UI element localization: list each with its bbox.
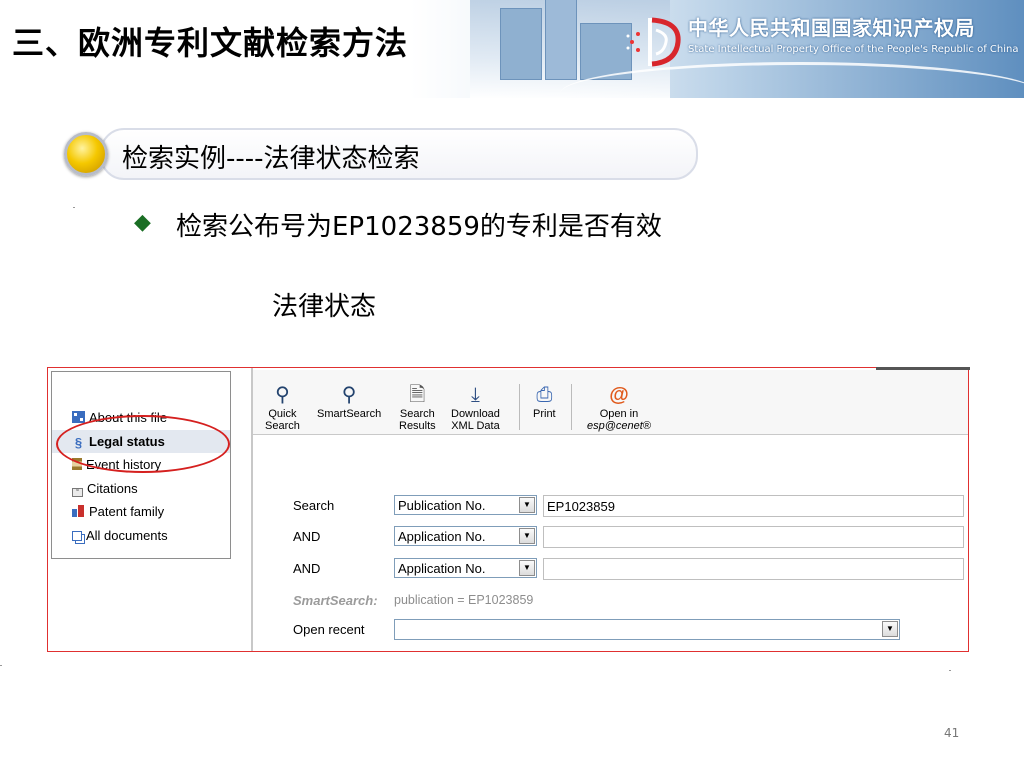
gold-bullet-icon xyxy=(64,132,108,176)
nav-item-label: Patent family xyxy=(89,504,165,519)
quote-icon: “ xyxy=(72,487,83,497)
open-in-label-2: esp@cenet® xyxy=(587,420,651,432)
smartsearch-label: SmartSearch: xyxy=(293,593,378,608)
sipo-logo-icon xyxy=(626,17,681,67)
magnifier-icon: ⚲ xyxy=(341,384,357,406)
legal-status-caption: 法律状态 xyxy=(272,292,377,322)
search-row-1: Search Publication No. ▼ xyxy=(293,495,964,517)
open-recent-select[interactable]: ▼ xyxy=(394,619,900,640)
field-select-1[interactable]: Publication No. ▼ xyxy=(394,495,537,515)
operator-label: AND xyxy=(293,561,321,576)
search-term-input-3[interactable] xyxy=(543,558,964,580)
open-recent-label: Open recent xyxy=(293,622,365,637)
section-symbol-icon: § xyxy=(74,434,83,450)
nav-item-event-history[interactable]: Event history xyxy=(52,453,230,477)
task-description: 检索公布号为EP1023859的专利是否有效 xyxy=(176,212,662,242)
org-name-english: State Intellectual Property Office of th… xyxy=(688,44,1019,55)
quick-search-button[interactable]: ⚲ Quick Search xyxy=(265,382,300,432)
nav-item-label: About this file xyxy=(89,410,168,425)
slide-page-number: 41 xyxy=(944,726,960,740)
field-select-value: Application No. xyxy=(398,529,486,544)
toolbar-separator xyxy=(571,384,572,430)
magnifier-icon: ⚲ xyxy=(275,384,290,406)
search-results-button[interactable]: 🗎 Search Results xyxy=(399,382,436,432)
smartsearch-label: SmartSearch xyxy=(317,408,382,420)
quick-search-label-2: Search xyxy=(265,420,300,432)
nav-item-all-documents[interactable]: All documents xyxy=(52,524,230,548)
dropdown-arrow-icon[interactable]: ▼ xyxy=(519,528,535,544)
slide-header: 三、欧洲专利文献检索方法 中华人民共和国国家知识产权局 State Intell… xyxy=(0,0,1024,98)
hourglass-icon xyxy=(72,458,82,470)
file-navigation-list: About this file § Legal status Event hist… xyxy=(52,406,230,547)
download-xml-button[interactable]: ⤓ Download XML Data xyxy=(451,382,500,432)
search-row-3: AND Application No. ▼ xyxy=(293,558,964,580)
nav-item-label: Legal status xyxy=(89,433,165,449)
field-select-2[interactable]: Application No. ▼ xyxy=(394,526,537,546)
at-icon: @ xyxy=(609,384,629,406)
search-row-label: Search xyxy=(293,498,335,513)
search-results-label-2: Results xyxy=(399,420,436,432)
print-button[interactable]: ⎙ Print xyxy=(533,382,556,420)
epo-register-screenshot: About this file § Legal status Event hist… xyxy=(47,367,970,652)
print-label: Print xyxy=(533,408,556,420)
smartsearch-query: publication = EP1023859 xyxy=(394,593,534,607)
operator-label: AND xyxy=(293,529,321,544)
nav-item-label: All documents xyxy=(86,527,168,543)
org-name-chinese: 中华人民共和国国家知识产权局 xyxy=(688,16,975,40)
nav-item-label: Citations xyxy=(87,480,138,496)
download-label: Download xyxy=(451,408,500,420)
field-select-value: Publication No. xyxy=(398,498,486,513)
field-select-value: Application No. xyxy=(398,561,486,576)
nav-item-patent-family[interactable]: Patent family xyxy=(52,500,230,524)
search-term-input-1[interactable] xyxy=(543,495,964,517)
search-term-input-2[interactable] xyxy=(543,526,964,548)
decorative-dot xyxy=(949,670,951,671)
about-icon xyxy=(72,411,85,423)
building-shape xyxy=(500,8,542,80)
diamond-bullet-icon: ◆ xyxy=(134,210,151,235)
smartsearch-query-row: SmartSearch: publication = EP1023859 xyxy=(293,590,963,612)
family-icon xyxy=(72,505,85,517)
toolbar-separator xyxy=(519,384,520,430)
nav-item-about-this-file[interactable]: About this file xyxy=(52,406,230,430)
dropdown-arrow-icon[interactable]: ▼ xyxy=(519,560,535,576)
slide-title: 三、欧洲专利文献检索方法 xyxy=(12,24,409,62)
nav-item-citations[interactable]: “ Citations xyxy=(52,477,230,501)
open-recent-row: Open recent ▼ xyxy=(293,619,963,641)
smartsearch-button[interactable]: ⚲ SmartSearch xyxy=(317,382,381,420)
decorative-dot xyxy=(0,665,2,666)
dropdown-arrow-icon[interactable]: ▼ xyxy=(882,621,898,637)
nav-item-label: Event history xyxy=(86,457,162,472)
printer-icon: ⎙ xyxy=(536,384,553,406)
file-navigation-panel: About this file § Legal status Event hist… xyxy=(51,371,231,559)
search-toolbar: ⚲ Quick Search ⚲ SmartSearch 🗎 Search Re… xyxy=(253,370,968,435)
results-icon: 🗎 xyxy=(409,384,426,406)
download-label-2: XML Data xyxy=(451,420,500,432)
dropdown-arrow-icon[interactable]: ▼ xyxy=(519,497,535,513)
documents-icon xyxy=(72,530,82,541)
open-in-label: Open in xyxy=(599,408,639,420)
section-heading: 检索实例----法律状态检索 xyxy=(122,144,420,174)
search-row-2: AND Application No. ▼ xyxy=(293,526,964,548)
decorative-dot xyxy=(73,207,75,208)
field-select-3[interactable]: Application No. ▼ xyxy=(394,558,537,578)
search-results-label: Search xyxy=(399,408,435,420)
download-icon: ⤓ xyxy=(471,384,480,406)
quick-search-label: Quick xyxy=(268,408,297,420)
building-shape xyxy=(545,0,577,80)
nav-item-legal-status[interactable]: § Legal status xyxy=(52,429,230,453)
open-in-espacenet-button[interactable]: @ Open in esp@cenet® xyxy=(587,382,651,432)
